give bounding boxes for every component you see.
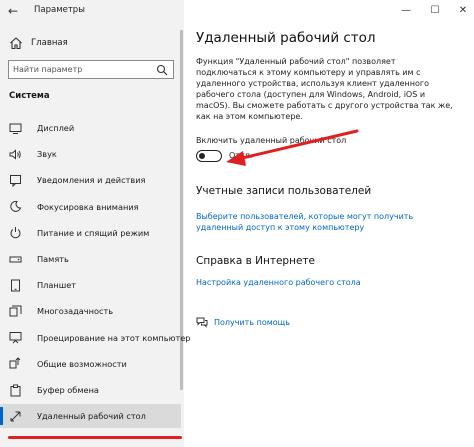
clipboard-icon bbox=[9, 384, 22, 397]
page-title: Удаленный рабочий стол bbox=[196, 30, 376, 46]
sidebar-item-display[interactable]: Дисплей bbox=[0, 116, 181, 140]
accounts-heading: Учетные записи пользователей bbox=[196, 185, 372, 197]
sidebar-item-label: Память bbox=[37, 254, 69, 264]
tablet-icon bbox=[9, 279, 22, 292]
sidebar-item-label: Дисплей bbox=[37, 123, 75, 133]
online-help-heading: Справка в Интернете bbox=[196, 255, 315, 267]
sidebar-item-multitasking[interactable]: Многозадачность bbox=[0, 299, 181, 323]
notifications-icon bbox=[9, 174, 22, 187]
select-users-link[interactable]: Выберите пользователей, которые могут по… bbox=[196, 211, 451, 233]
sidebar-item-projecting[interactable]: Проецирование на этот компьютер bbox=[0, 326, 190, 350]
sidebar-item-remote-desktop[interactable]: Удаленный рабочий стол bbox=[0, 404, 181, 429]
multitasking-icon bbox=[9, 305, 22, 318]
get-help-icon bbox=[196, 317, 208, 328]
sidebar-item-power[interactable]: Питание и спящий режим bbox=[0, 221, 181, 245]
projecting-icon bbox=[9, 331, 22, 344]
sidebar-item-label: Планшет bbox=[37, 280, 77, 291]
window-title: Параметры bbox=[34, 5, 85, 15]
search-box[interactable] bbox=[8, 60, 174, 79]
display-icon bbox=[9, 122, 22, 135]
page-description: Функция "Удаленный рабочий стол" позволя… bbox=[196, 57, 453, 121]
sidebar-item-label: Удаленный рабочий стол bbox=[37, 411, 146, 422]
home-icon bbox=[10, 37, 22, 50]
remote-desktop-toggle[interactable] bbox=[196, 150, 222, 162]
search-icon[interactable] bbox=[156, 64, 168, 76]
sidebar-item-label: Буфер обмена bbox=[37, 385, 99, 395]
remote-desktop-toggle-label: Включить удаленный рабочий стол bbox=[196, 136, 347, 145]
section-title: Система bbox=[9, 91, 50, 101]
get-help-link[interactable]: Получить помощь bbox=[214, 317, 290, 328]
sidebar-item-label: Фокусировка внимания bbox=[37, 201, 139, 212]
maximize-button[interactable]: ☐ bbox=[427, 3, 443, 19]
focus-assist-icon bbox=[9, 200, 22, 213]
annotation-underline bbox=[8, 436, 182, 439]
power-icon bbox=[9, 226, 22, 239]
shared-experiences-icon bbox=[9, 357, 22, 370]
title-bar: ← Параметры — ☐ ✕ bbox=[0, 0, 474, 22]
sidebar-item-label: Многозадачность bbox=[37, 306, 114, 317]
storage-icon bbox=[9, 253, 22, 266]
sidebar-item-storage[interactable]: Память bbox=[0, 247, 181, 271]
search-input[interactable] bbox=[13, 65, 153, 74]
sound-icon bbox=[9, 148, 22, 161]
sidebar-item-label: Питание и спящий режим bbox=[37, 227, 150, 238]
sidebar-item-clipboard[interactable]: Буфер обмена bbox=[0, 378, 181, 402]
sidebar-item-sound[interactable]: Звук bbox=[0, 142, 181, 166]
close-button[interactable]: ✕ bbox=[455, 3, 471, 19]
sidebar-item-label: Звук bbox=[37, 149, 57, 160]
get-help-row[interactable]: Получить помощь bbox=[196, 316, 290, 328]
back-arrow-icon[interactable]: ← bbox=[8, 3, 24, 19]
sidebar-item-label: Проецирование на этот компьютер bbox=[37, 332, 191, 343]
minimize-button[interactable]: — bbox=[398, 3, 414, 19]
sidebar-item-shared-experiences[interactable]: Общие возможности bbox=[0, 352, 181, 376]
remote-desktop-icon bbox=[9, 410, 22, 423]
setup-remote-desktop-link[interactable]: Настройка удаленного рабочего стола bbox=[196, 277, 361, 288]
home-label: Главная bbox=[31, 38, 68, 48]
toggle-state-label: Откл. bbox=[229, 151, 253, 160]
sidebar-item-label: Общие возможности bbox=[37, 358, 127, 369]
home-nav-item[interactable]: Главная bbox=[9, 35, 68, 51]
sidebar-item-notifications[interactable]: Уведомления и действия bbox=[0, 168, 181, 192]
sidebar-item-label: Уведомления и действия bbox=[37, 175, 146, 186]
sidebar-item-focus-assist[interactable]: Фокусировка внимания bbox=[0, 195, 181, 219]
sidebar-item-tablet[interactable]: Планшет bbox=[0, 273, 181, 297]
